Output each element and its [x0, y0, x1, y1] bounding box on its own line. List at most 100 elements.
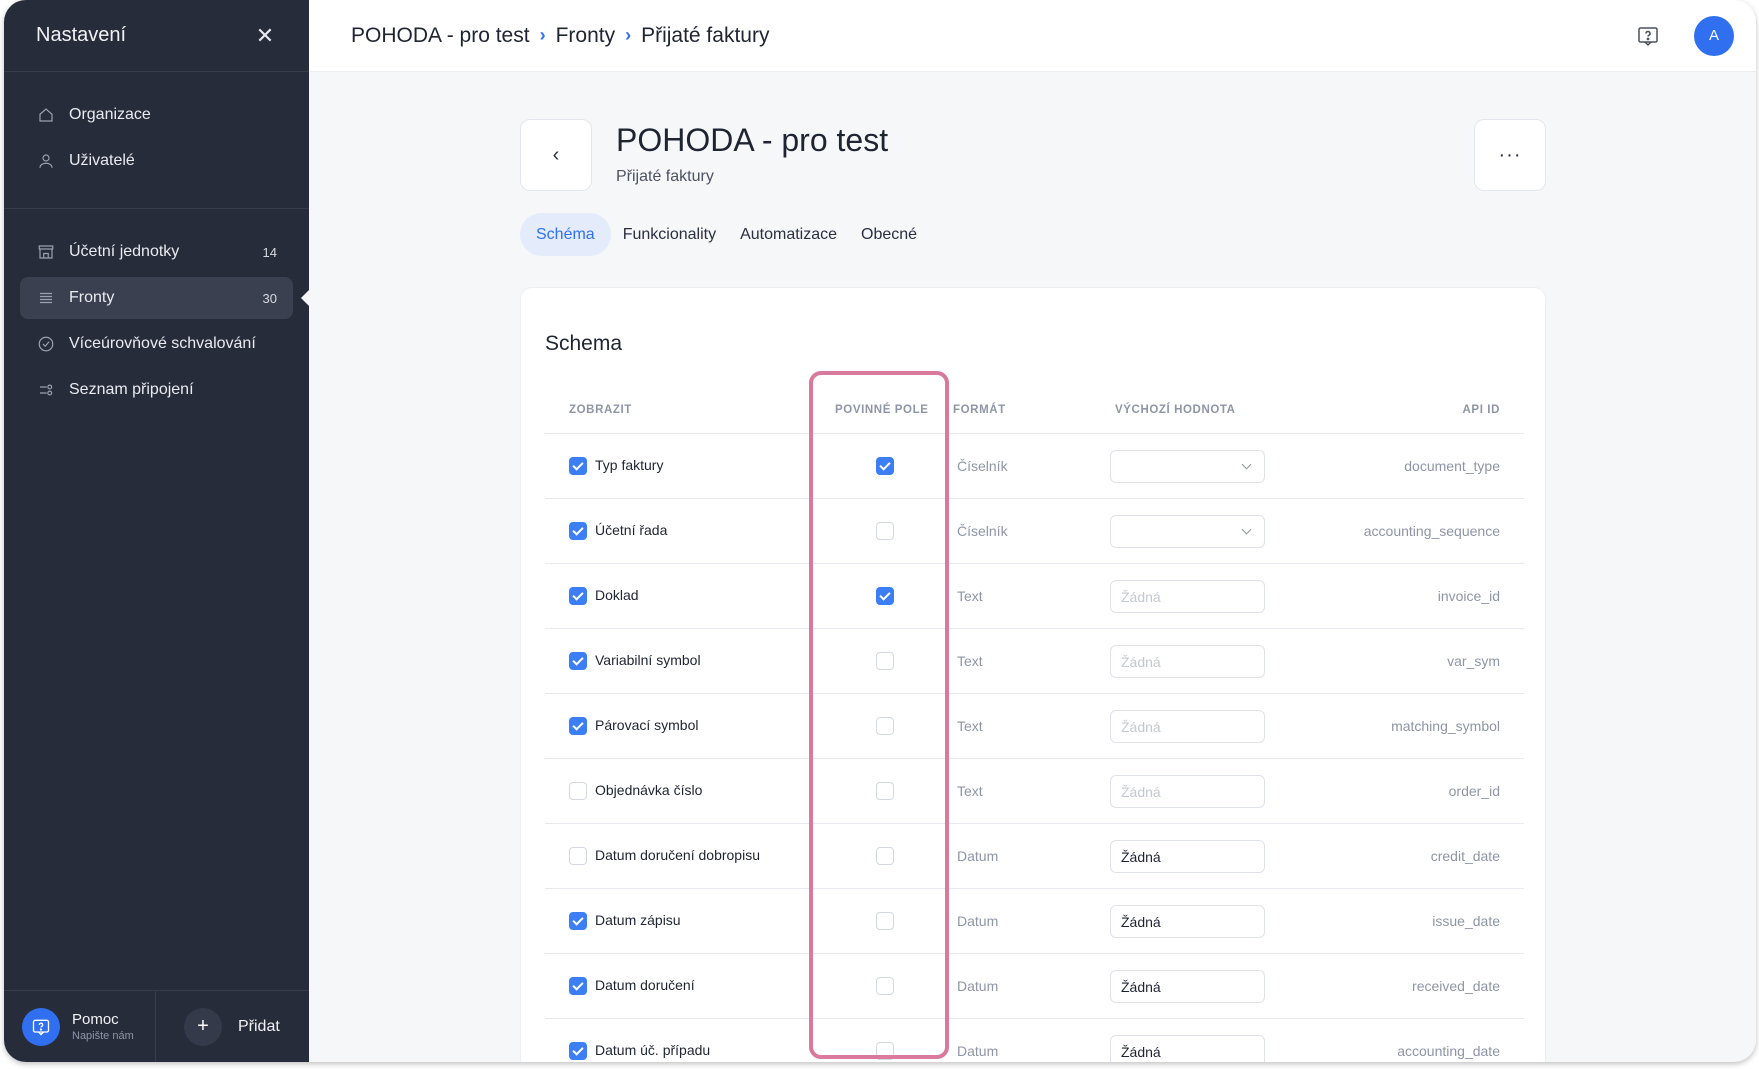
sidebar-item-víceúrovňové-schvalování[interactable]: Víceúrovňové schvalování: [20, 323, 293, 365]
sidebar-header: Nastavení ✕: [4, 0, 309, 72]
schema-rows: Typ faktury Číselník document_type Účetní ř…: [545, 434, 1524, 1062]
field-api-id: var_sym: [1447, 653, 1500, 669]
column-default-value: VÝCHOZÍ HODNOTA: [1115, 404, 1236, 416]
column-format: FORMÁT: [953, 404, 1006, 416]
field-format: Datum: [957, 848, 999, 864]
active-indicator: [301, 289, 310, 307]
close-icon[interactable]: ✕: [253, 23, 277, 49]
show-checkbox[interactable]: [569, 522, 587, 540]
field-label: Objednávka číslo: [595, 782, 703, 798]
sidebar-item-seznam-připojení[interactable]: Seznam připojení: [20, 369, 293, 411]
count-badge: 30: [262, 290, 277, 306]
default-value-select[interactable]: [1110, 450, 1265, 483]
table-row: Variabilní symbol Text Žádná var_sym: [545, 629, 1524, 694]
required-checkbox[interactable]: [876, 912, 894, 930]
breadcrumb-queues[interactable]: Fronty: [556, 24, 616, 48]
table-row: Párovací symbol Text Žádná matching_symbol: [545, 694, 1524, 759]
field-api-id: accounting_date: [1397, 1043, 1500, 1059]
sidebar-footer: Pomoc Napište nám + Přidat: [4, 990, 309, 1062]
show-checkbox[interactable]: [569, 847, 587, 865]
show-checkbox[interactable]: [569, 587, 587, 605]
connections-icon: [36, 380, 56, 400]
required-checkbox[interactable]: [876, 717, 894, 735]
tab-schema[interactable]: Schéma: [520, 213, 611, 256]
column-api-id: API ID: [1462, 404, 1500, 416]
default-value-input[interactable]: Žádná: [1110, 905, 1265, 938]
show-checkbox[interactable]: [569, 782, 587, 800]
default-value-input[interactable]: Žádná: [1110, 580, 1265, 613]
show-checkbox[interactable]: [569, 717, 587, 735]
required-checkbox[interactable]: [876, 847, 894, 865]
column-required: POVINNÉ POLE: [835, 404, 929, 416]
table-row: Doklad Text Žádná invoice_id: [545, 564, 1524, 629]
field-format: Číselník: [957, 458, 1008, 474]
tab-functionality[interactable]: Funkcionality: [611, 213, 728, 256]
page-subtitle: Přijaté faktury: [616, 168, 714, 185]
field-api-id: issue_date: [1432, 913, 1500, 929]
field-label: Párovací symbol: [595, 717, 699, 733]
show-checkbox[interactable]: [569, 977, 587, 995]
help-button[interactable]: Pomoc Napište nám: [4, 991, 156, 1062]
add-button[interactable]: + Přidat: [156, 991, 309, 1062]
settings-sidebar: Nastavení ✕ Organizace Uživatelé Účetní j…: [4, 0, 310, 1062]
default-value-select[interactable]: [1110, 515, 1265, 548]
count-badge: 14: [262, 244, 277, 260]
breadcrumb-organization[interactable]: POHODA - pro test: [351, 24, 530, 48]
show-checkbox[interactable]: [569, 457, 587, 475]
back-button[interactable]: ‹: [520, 119, 592, 191]
chevron-down-icon: [1241, 459, 1252, 470]
required-checkbox[interactable]: [876, 782, 894, 800]
default-value-input[interactable]: Žádná: [1110, 710, 1265, 743]
tab-bar: Schéma Funkcionality Automatizace Obecné: [520, 213, 929, 256]
sidebar-item-fronty[interactable]: Fronty 30: [20, 277, 310, 319]
sidebar-item-label: Seznam připojení: [69, 381, 194, 398]
list-icon: [36, 288, 56, 308]
field-format: Datum: [957, 978, 999, 994]
field-label: Variabilní symbol: [595, 652, 701, 668]
default-value-input[interactable]: Žádná: [1110, 840, 1265, 873]
field-api-id: invoice_id: [1437, 588, 1500, 604]
required-checkbox[interactable]: [876, 522, 894, 540]
default-value-input[interactable]: Žádná: [1110, 645, 1265, 678]
show-checkbox[interactable]: [569, 652, 587, 670]
field-api-id: accounting_sequence: [1363, 523, 1500, 539]
sidebar-item-uživatelé[interactable]: Uživatelé: [20, 140, 293, 182]
table-row: Datum zápisu Datum Žádná issue_date: [545, 889, 1524, 954]
sidebar-item-label: Fronty: [69, 289, 115, 306]
field-format: Datum: [957, 913, 999, 929]
required-checkbox[interactable]: [876, 977, 894, 995]
table-header: ZOBRAZIT POVINNÉ POLE FORMÁT VÝCHOZÍ HOD…: [545, 390, 1524, 434]
sidebar-item-organizace[interactable]: Organizace: [20, 94, 293, 136]
chevron-down-icon: [1241, 524, 1252, 535]
help-icon: [22, 1007, 60, 1046]
show-checkbox[interactable]: [569, 1042, 587, 1060]
feedback-icon[interactable]: [1636, 24, 1660, 48]
field-format: Datum: [957, 1043, 999, 1059]
show-checkbox[interactable]: [569, 912, 587, 930]
chevron-right-icon: ›: [539, 25, 546, 45]
default-value-input[interactable]: Žádná: [1110, 775, 1265, 808]
tab-automation[interactable]: Automatizace: [728, 213, 849, 256]
field-api-id: order_id: [1448, 783, 1500, 799]
more-options-button[interactable]: ···: [1474, 119, 1546, 191]
field-label: Doklad: [595, 587, 639, 603]
field-label: Datum doručení dobropisu: [595, 847, 760, 863]
sidebar-item-label: Organizace: [69, 106, 151, 123]
table-row: Typ faktury Číselník document_type: [545, 434, 1524, 499]
required-checkbox[interactable]: [876, 457, 894, 475]
avatar[interactable]: A: [1694, 15, 1734, 56]
default-value-input[interactable]: Žádná: [1110, 1035, 1265, 1062]
field-api-id: credit_date: [1430, 848, 1500, 864]
page-title: POHODA - pro test: [616, 122, 889, 158]
sidebar-title: Nastavení: [36, 24, 127, 46]
required-checkbox[interactable]: [876, 652, 894, 670]
home-icon: [36, 105, 56, 125]
field-format: Text: [957, 653, 983, 669]
default-value-input[interactable]: Žádná: [1110, 970, 1265, 1003]
required-checkbox[interactable]: [876, 587, 894, 605]
field-format: Text: [957, 588, 983, 604]
required-checkbox[interactable]: [876, 1042, 894, 1060]
help-title: Pomoc: [72, 1011, 119, 1028]
tab-general[interactable]: Obecné: [849, 213, 929, 256]
sidebar-item-účetní-jednotky[interactable]: Účetní jednotky 14: [20, 231, 293, 273]
